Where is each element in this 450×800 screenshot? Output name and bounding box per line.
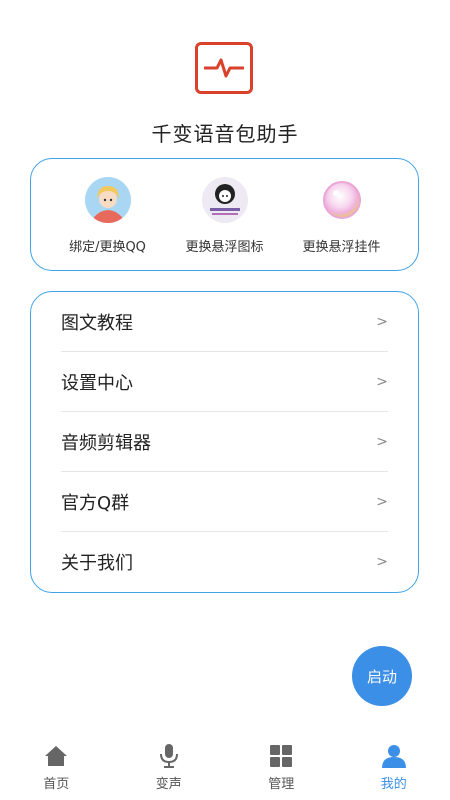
menu-item-label: 官方Q群 (61, 492, 130, 514)
home-icon (43, 743, 69, 769)
bubble-widget-icon (319, 177, 365, 223)
user-icon (381, 743, 407, 769)
menu-item-label: 关于我们 (61, 553, 133, 574)
change-float-widget-label: 更换悬浮挂件 (302, 240, 381, 255)
tab-label: 管理 (268, 777, 295, 792)
tab-label: 变声 (155, 777, 182, 792)
tab-home[interactable]: 首页 (0, 730, 113, 800)
chevron-right-icon: > (376, 313, 388, 330)
tab-manage[interactable]: 管理 (225, 730, 338, 800)
chevron-right-icon: > (376, 554, 388, 570)
tab-label: 首页 (43, 777, 70, 792)
chevron-right-icon: > (376, 373, 388, 390)
menu-item-settings[interactable]: 设置中心 > (61, 352, 388, 412)
chevron-right-icon: > (376, 493, 388, 510)
menu-item-tutorial[interactable]: 图文教程 > (61, 292, 388, 352)
float-icon-avatar (201, 177, 248, 223)
change-float-icon-label: 更换悬浮图标 (185, 240, 264, 255)
menu-item-label: 设置中心 (61, 372, 133, 394)
start-button[interactable]: 启动 (352, 646, 412, 706)
microphone-icon (156, 743, 182, 769)
menu-item-audio-editor[interactable]: 音频剪辑器 > (61, 412, 388, 472)
grid-icon (268, 743, 294, 769)
menu-item-qq-group[interactable]: 官方Q群 > (61, 472, 388, 532)
tab-mine[interactable]: 我的 (338, 730, 450, 800)
qq-avatar-icon (84, 177, 131, 223)
tab-label: 我的 (380, 777, 407, 792)
bind-qq-label: 绑定/更换QQ (69, 240, 146, 255)
tab-voice-change[interactable]: 变声 (113, 730, 226, 800)
menu-item-label: 音频剪辑器 (61, 432, 151, 454)
menu-item-label: 图文教程 (61, 312, 133, 334)
change-float-icon-button[interactable]: 更换悬浮图标 (166, 177, 283, 270)
app-logo-icon (195, 42, 253, 94)
change-float-widget-button[interactable]: 更换悬浮挂件 (283, 177, 400, 270)
chevron-right-icon: > (376, 433, 388, 450)
app-title: 千变语音包助手 (151, 122, 299, 146)
bottom-tab-bar: 首页 变声 管理 我的 (0, 730, 450, 800)
settings-menu-card: 图文教程 > 设置中心 > 音频剪辑器 > 官方Q群 > 关于我们 > (30, 291, 419, 593)
quick-actions-card: 绑定/更换QQ 更换悬浮图标 更换悬浮挂件 (30, 158, 419, 271)
menu-item-about[interactable]: 关于我们 > (61, 532, 388, 592)
bind-qq-button[interactable]: 绑定/更换QQ (49, 177, 166, 270)
